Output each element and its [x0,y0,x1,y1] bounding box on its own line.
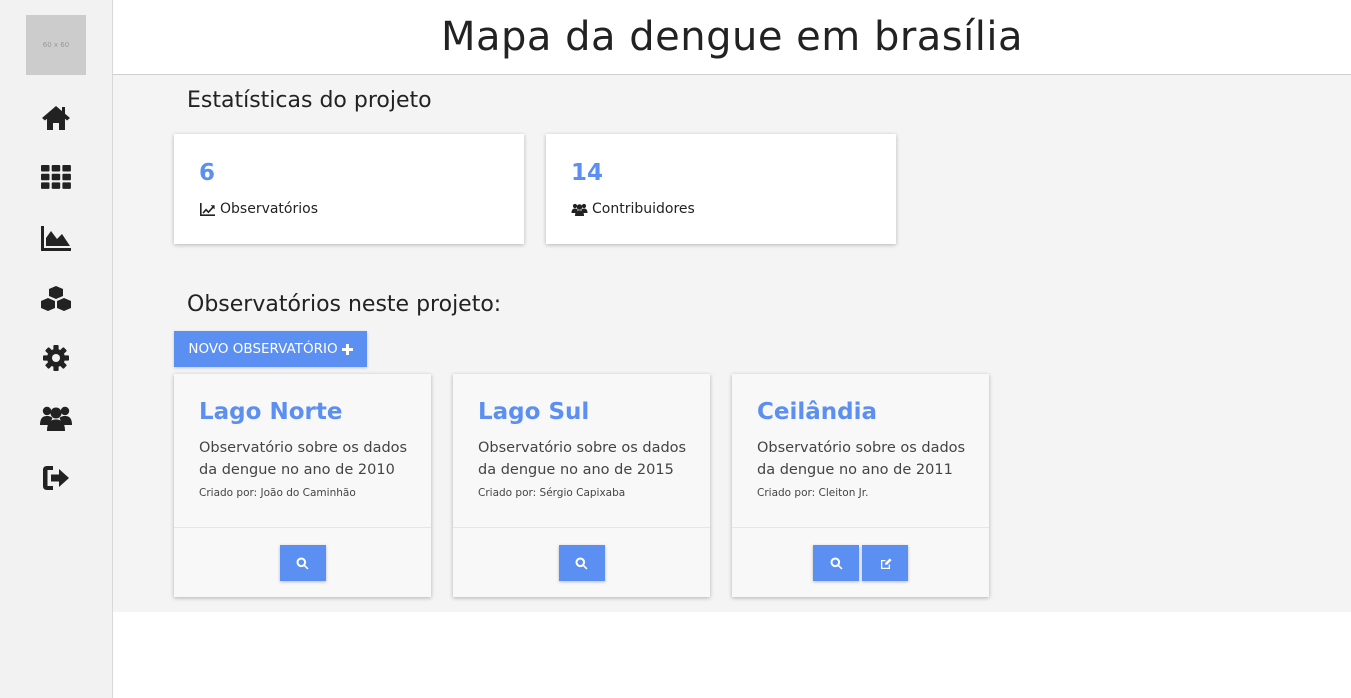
search-icon [296,557,309,569]
nav-settings[interactable] [36,340,76,376]
stat-label: Observatórios [199,201,318,217]
line-chart-icon [200,202,215,216]
sign-out-icon [43,466,69,490]
home-icon [42,106,70,130]
observatory-author: Criado por: Cleiton Jr. [757,487,869,499]
observatories-section-title: Observatórios neste projeto: [187,292,502,317]
new-observatory-button[interactable]: NOVO OBSERVATÓRIO [174,331,367,367]
stats-section-title: Estatísticas do projeto [187,88,432,113]
observatory-author: Criado por: Sérgio Capixaba [478,487,626,499]
observatory-card: Ceilândia Observatório sobre os dados da… [732,374,989,597]
gear-icon [43,345,69,371]
observatory-description: Observatório sobre os dados da dengue no… [757,440,966,478]
view-observatory-button[interactable] [279,545,326,581]
observatory-description: Observatório sobre os dados da dengue no… [199,440,408,478]
stat-value: 6 [199,160,216,186]
edit-icon [880,557,892,569]
nav-modules[interactable] [36,281,76,317]
observatory-title[interactable]: Lago Norte [199,399,342,425]
main-content: Estatísticas do projeto 6 Observatórios … [113,75,1351,612]
plus-icon [341,343,353,355]
grid-icon [41,165,71,189]
nav-home[interactable] [36,100,76,136]
cubes-icon [41,286,71,311]
nav-charts[interactable] [36,220,76,256]
logo-placeholder: 60 x 60 [26,15,86,75]
observatory-card: Lago Norte Observatório sobre os dados d… [174,374,431,597]
page-title: Mapa da dengue em brasília [440,14,1023,60]
nav-users[interactable] [36,400,76,436]
users-icon [571,203,588,216]
stat-card-observatories: 6 Observatórios [174,134,524,244]
stat-value: 14 [571,160,604,186]
area-chart-icon [41,226,71,251]
observatory-title[interactable]: Lago Sul [478,399,589,425]
stat-card-contributors: 14 Contribuidores [546,134,896,244]
page-header: Mapa da dengue em brasília [113,0,1351,75]
nav-logout[interactable] [36,460,76,496]
observatory-actions [453,527,710,598]
search-icon [575,557,588,569]
stat-label: Contribuidores [571,201,695,217]
view-observatory-button[interactable] [813,545,859,581]
nav-dashboard[interactable] [36,159,76,195]
observatory-title[interactable]: Ceilândia [757,399,877,425]
search-icon [830,557,842,569]
observatory-card: Lago Sul Observatório sobre os dados da … [453,374,710,597]
view-observatory-button[interactable] [558,545,605,581]
edit-observatory-button[interactable] [862,545,908,581]
observatory-actions [174,527,431,598]
observatory-actions [732,527,989,598]
observatory-author: Criado por: João do Caminhão [199,487,356,499]
sidebar: 60 x 60 [0,0,113,698]
observatory-description: Observatório sobre os dados da dengue no… [478,440,687,478]
users-icon [40,406,72,431]
